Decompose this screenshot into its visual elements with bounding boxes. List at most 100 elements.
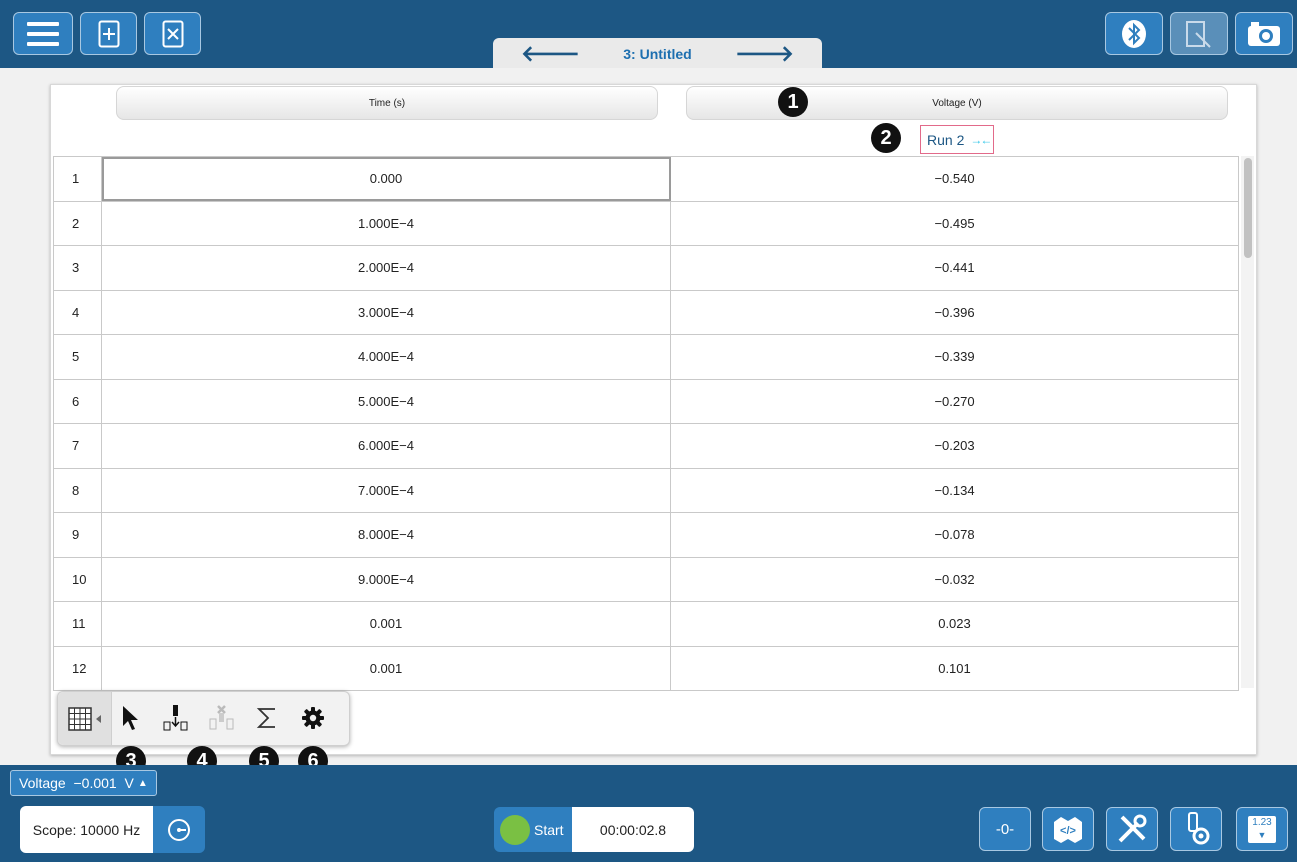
menu-button[interactable] [13,12,73,55]
voltage-cell[interactable]: −0.339 [670,334,1239,380]
insert-row-button[interactable] [160,702,190,734]
annotation-icon [1186,20,1211,48]
row-index: 11 [53,601,102,647]
display-options-button[interactable]: 1.23 ▼ [1236,807,1288,851]
row-index: 7 [53,423,102,469]
row-index: 1 [53,156,102,202]
table-row: 3 2.000E−4 −0.441 [53,245,1239,291]
table-icon [67,706,101,731]
data-table: 1 0.000 −0.540 2 1.000E−4 −0.495 3 2.000E−4 −0.4… [53,156,1239,691]
table-row: 2 1.000E−4 −0.495 [53,200,1239,246]
page-tab: 🡐 3: Untitled 🡒 [493,38,822,70]
callout-1: 1 [778,87,808,117]
voltage-cell[interactable]: −0.495 [670,200,1239,246]
table-row: 11 0.001 0.023 [53,601,1239,647]
table-row: 5 4.000E−4 −0.339 [53,334,1239,380]
time-cell[interactable]: 4.000E−4 [101,334,671,380]
table-row: 12 0.001 0.101 [53,645,1239,691]
sampling-control[interactable]: Scope: 10000 Hz [20,806,205,853]
column-header-time-label: Time (s) [368,97,406,109]
sensor-readout-button[interactable]: Voltage −0.001 V ▲ [10,770,157,796]
zero-label: -0- [995,820,1015,838]
sensor-readout: Voltage −0.001 V [19,775,134,791]
voltage-cell[interactable]: −0.441 [670,245,1239,291]
table-row: 10 9.000E−4 −0.032 [53,556,1239,602]
add-page-button[interactable] [80,12,137,55]
voltage-cell[interactable]: −0.134 [670,467,1239,513]
code-button[interactable]: </> [1042,807,1094,851]
zero-sensor-button[interactable]: -0- [979,807,1031,851]
run-label: Run 2 [927,131,965,148]
voltage-cell[interactable]: −0.396 [670,289,1239,335]
voltage-cell[interactable]: −0.203 [670,423,1239,469]
sensor-settings-icon [1188,812,1210,845]
column-header-voltage[interactable]: Voltage (V) [686,86,1228,120]
table-scrollbar[interactable] [1241,156,1254,688]
delete-row-button[interactable] [206,702,236,734]
time-cell[interactable]: 2.000E−4 [101,245,671,291]
table-row: 8 7.000E−4 −0.134 [53,467,1239,513]
voltage-cell[interactable]: −0.270 [670,378,1239,424]
meter-label: 1.23 [1252,816,1272,828]
table-row: 4 3.000E−4 −0.396 [53,289,1239,335]
caret-up-icon: ▲ [137,777,148,789]
code-block-icon: </> [1054,817,1082,843]
menu-icon [27,21,59,46]
select-pointer-icon [123,706,138,730]
tools-button[interactable] [1106,807,1158,851]
run-symbol-icon: →← [970,132,992,147]
gear-icon [302,707,324,729]
voltage-cell[interactable]: 0.101 [670,645,1239,691]
table-settings-button[interactable] [298,702,328,734]
scrollbar-thumb[interactable] [1244,158,1252,258]
time-cell[interactable]: 0.001 [101,601,671,647]
row-index: 10 [53,556,102,602]
column-header-time[interactable]: Time (s) [116,86,658,120]
voltage-cell[interactable]: −0.032 [670,556,1239,602]
table-row: 1 0.000 −0.540 [53,156,1239,202]
sampling-options-button[interactable] [153,806,205,853]
start-button[interactable]: Start [494,807,572,852]
start-indicator-icon [500,814,530,845]
meter-icon: 1.23 ▼ [1248,815,1276,843]
row-index: 6 [53,378,102,424]
column-header-voltage-label: Voltage (V) [932,97,982,109]
row-index: 8 [53,467,102,513]
select-tool-button[interactable] [116,702,146,734]
time-cell[interactable]: 7.000E−4 [101,467,671,513]
snapshot-button[interactable] [1235,12,1293,55]
time-cell[interactable]: 8.000E−4 [101,512,671,558]
page-title: 3: Untitled [623,46,692,62]
voltage-cell[interactable]: −0.540 [670,156,1239,202]
voltage-cell[interactable]: 0.023 [670,601,1239,647]
bluetooth-button[interactable] [1105,12,1163,55]
table-tool-button[interactable] [58,692,112,745]
time-cell[interactable]: 6.000E−4 [101,423,671,469]
row-index: 5 [53,334,102,380]
table-row: 7 6.000E−4 −0.203 [53,423,1239,469]
time-cell[interactable]: 9.000E−4 [101,556,671,602]
timer-icon [168,818,190,841]
previous-page-arrow[interactable]: 🡐 [521,41,580,67]
table-row: 6 5.000E−4 −0.270 [53,378,1239,424]
row-index: 3 [53,245,102,291]
row-index: 2 [53,200,102,246]
start-control: Start 00:00:02.8 [494,807,694,852]
voltage-cell[interactable]: −0.078 [670,512,1239,558]
time-cell[interactable]: 5.000E−4 [101,378,671,424]
table-row: 9 8.000E−4 −0.078 [53,512,1239,558]
annotate-button[interactable] [1170,12,1228,55]
next-page-arrow[interactable]: 🡒 [735,41,794,67]
time-cell[interactable]: 0.001 [101,645,671,691]
camera-icon [1248,21,1280,46]
bluetooth-icon [1122,19,1146,48]
run-selector[interactable]: Run 2 →← [920,125,994,154]
time-cell[interactable]: 1.000E−4 [101,200,671,246]
hardware-setup-button[interactable] [1170,807,1222,851]
delete-page-button[interactable] [144,12,201,55]
row-index: 9 [53,512,102,558]
callout-2: 2 [871,123,901,153]
statistics-button[interactable] [252,702,282,734]
time-cell[interactable]: 3.000E−4 [101,289,671,335]
time-cell[interactable]: 0.000 [101,156,671,202]
